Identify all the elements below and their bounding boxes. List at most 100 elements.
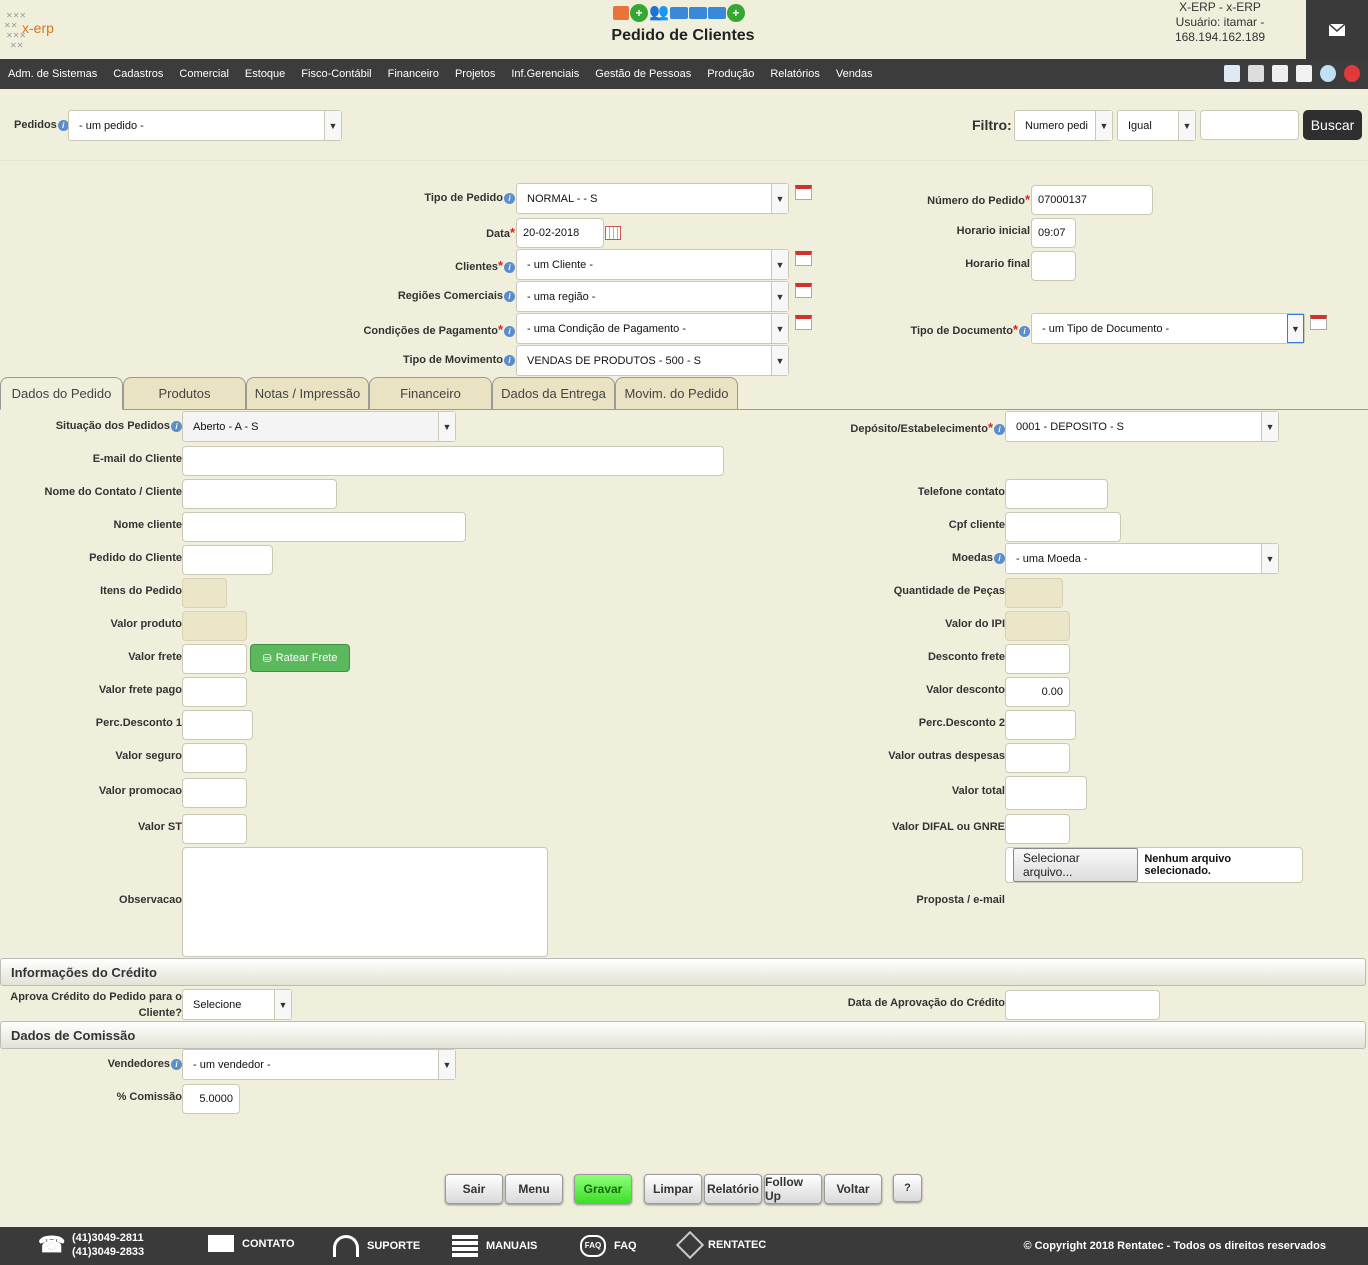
tab-notas[interactable]: Notas / Impressão — [246, 377, 369, 409]
ratear-frete-button[interactable]: ⛁ Ratear Frete — [250, 644, 350, 672]
clientes-select[interactable]: - um Cliente - ▼ — [516, 249, 789, 280]
aprova-credito-select[interactable]: Selecione ▼ — [182, 989, 292, 1020]
menu-item-financeiro[interactable]: Financeiro — [380, 68, 447, 80]
menu-item-gestao-pessoas[interactable]: Gestão de Pessoas — [587, 68, 699, 80]
menu-item-inf-gerenciais[interactable]: Inf.Gerenciais — [503, 68, 587, 80]
credito-section-header[interactable]: Informações do Crédito — [0, 958, 1366, 986]
footer-suporte[interactable]: SUPORTE — [333, 1235, 420, 1257]
search-button[interactable]: Buscar — [1303, 110, 1362, 140]
condicoes-select[interactable]: - uma Condição de Pagamento - ▼ — [516, 313, 789, 344]
tipo-documento-select[interactable]: - um Tipo de Documento - ▼ — [1031, 313, 1305, 344]
menu-button[interactable]: Menu — [505, 1174, 563, 1204]
desconto-frete-input[interactable] — [1005, 644, 1070, 674]
valor-st-input[interactable] — [182, 814, 247, 844]
vendedores-select[interactable]: - um vendedor - ▼ — [182, 1049, 456, 1080]
list-icon[interactable] — [1296, 65, 1312, 82]
valor-frete-input[interactable] — [182, 644, 247, 674]
calendar-icon[interactable] — [795, 315, 812, 330]
regioes-select[interactable]: - uma região - ▼ — [516, 281, 789, 312]
file-select-button[interactable]: Selecionar arquivo... — [1013, 848, 1139, 882]
calendar-icon[interactable] — [795, 251, 812, 266]
menu-item-vendas[interactable]: Vendas — [828, 68, 881, 80]
calendar-icon[interactable] — [1310, 315, 1327, 330]
xerp-logo[interactable]: ✕✕✕ ✕✕ ✕✕✕ ✕✕ x-erp — [4, 6, 64, 52]
movimento-select[interactable]: VENDAS DE PRODUTOS - 500 - S ▼ — [516, 345, 789, 376]
users-icon[interactable]: 👥 — [649, 4, 669, 22]
tipo-pedido-select[interactable]: NORMAL - - S ▼ — [516, 183, 789, 214]
date-picker-icon[interactable] — [605, 226, 621, 240]
contato-input[interactable] — [182, 479, 337, 509]
deposito-select[interactable]: 0001 - DEPOSITO - S ▼ — [1005, 411, 1279, 442]
transfer-icon[interactable] — [707, 7, 726, 19]
perc-desconto-1-input[interactable] — [182, 710, 253, 740]
data-aprovacao-input[interactable] — [1005, 990, 1160, 1020]
valor-total-input[interactable] — [1005, 776, 1087, 810]
menu-item-comercial[interactable]: Comercial — [171, 68, 237, 80]
export-icon[interactable] — [688, 7, 707, 19]
filter-operator-select[interactable]: Igual ▼ — [1117, 110, 1196, 141]
menu-item-fisco[interactable]: Fisco-Contábil — [293, 68, 379, 80]
relatorio-button[interactable]: Relatório — [704, 1174, 762, 1204]
valor-promocao-input[interactable] — [182, 778, 247, 808]
numero-pedido-input[interactable]: 07000137 — [1031, 185, 1153, 215]
menu-item-adm[interactable]: Adm. de Sistemas — [0, 68, 105, 80]
add-icon[interactable]: + — [630, 4, 648, 22]
power-icon[interactable] — [1344, 65, 1360, 82]
calendar-icon[interactable] — [795, 185, 812, 200]
filter-field-select[interactable]: Numero pedi ▼ — [1014, 110, 1113, 141]
footer-contato[interactable]: CONTATO — [208, 1235, 295, 1252]
nome-cliente-input[interactable] — [182, 512, 466, 542]
menu-item-relatorios[interactable]: Relatórios — [762, 68, 828, 80]
observacao-textarea[interactable] — [182, 847, 548, 957]
menu-item-cadastros[interactable]: Cadastros — [105, 68, 171, 80]
file-upload[interactable]: Selecionar arquivo... Nenhum arquivo sel… — [1005, 847, 1303, 883]
qtd-pecas-label: Quantidade de Peças — [893, 585, 1005, 597]
tab-produtos[interactable]: Produtos — [123, 377, 246, 409]
sair-button[interactable]: Sair — [445, 1174, 503, 1204]
help-button[interactable]: ? — [893, 1174, 922, 1202]
footer-rentatec[interactable]: RENTATEC — [675, 1230, 766, 1260]
frete-pago-input[interactable] — [182, 677, 247, 707]
tab-financeiro[interactable]: Financeiro — [369, 377, 492, 409]
menu-item-producao[interactable]: Produção — [699, 68, 762, 80]
comissao-input[interactable]: 5.0000 — [182, 1084, 240, 1114]
data-input[interactable]: 20-02-2018 — [516, 218, 604, 248]
valor-seguro-input[interactable] — [182, 743, 247, 773]
mail-button[interactable] — [1306, 0, 1368, 59]
menu-item-estoque[interactable]: Estoque — [237, 68, 293, 80]
footer-faq[interactable]: FAQ FAQ — [580, 1235, 637, 1257]
tab-entrega[interactable]: Dados da Entrega — [492, 377, 615, 409]
voltar-button[interactable]: Voltar — [824, 1174, 882, 1204]
pdf-icon[interactable] — [613, 6, 629, 20]
menu-item-projetos[interactable]: Projetos — [447, 68, 503, 80]
outras-despesas-input[interactable] — [1005, 743, 1070, 773]
home-icon[interactable] — [1224, 65, 1240, 82]
horario-inicial-input[interactable]: 09:07 — [1031, 218, 1076, 248]
pedidos-select[interactable]: - um pedido - ▼ — [68, 110, 342, 141]
cpf-input[interactable] — [1005, 512, 1121, 542]
footer-manuais[interactable]: MANUAIS — [452, 1235, 537, 1257]
print-icon[interactable] — [1248, 65, 1264, 82]
perc-desconto-2-input[interactable] — [1005, 710, 1076, 740]
follow-up-button[interactable]: Follow Up — [764, 1174, 822, 1204]
document-icon[interactable] — [1272, 65, 1288, 82]
filter-value-input[interactable] — [1200, 110, 1299, 140]
telefone-input[interactable] — [1005, 479, 1108, 509]
import-icon[interactable] — [669, 7, 688, 19]
add-icon[interactable]: + — [726, 4, 745, 22]
moedas-select[interactable]: - uma Moeda - ▼ — [1005, 543, 1279, 574]
comissao-section-header[interactable]: Dados de Comissão — [0, 1021, 1366, 1049]
email-input[interactable] — [182, 446, 724, 476]
pedido-cliente-input[interactable] — [182, 545, 273, 575]
valor-desconto-input[interactable]: 0.00 — [1005, 677, 1070, 707]
horario-final-input[interactable] — [1031, 251, 1076, 281]
limpar-button[interactable]: Limpar — [644, 1174, 702, 1204]
difal-input[interactable] — [1005, 814, 1070, 844]
calendar-icon[interactable] — [795, 283, 812, 298]
help-icon[interactable] — [1320, 65, 1336, 82]
situacao-select[interactable]: Aberto - A - S ▼ — [182, 411, 456, 442]
tab-movimentacao[interactable]: Movim. do Pedido — [615, 377, 738, 409]
email-label: E-mail do Cliente — [92, 453, 182, 465]
gravar-button[interactable]: Gravar — [574, 1174, 632, 1204]
tab-dados-pedido[interactable]: Dados do Pedido — [0, 377, 123, 410]
